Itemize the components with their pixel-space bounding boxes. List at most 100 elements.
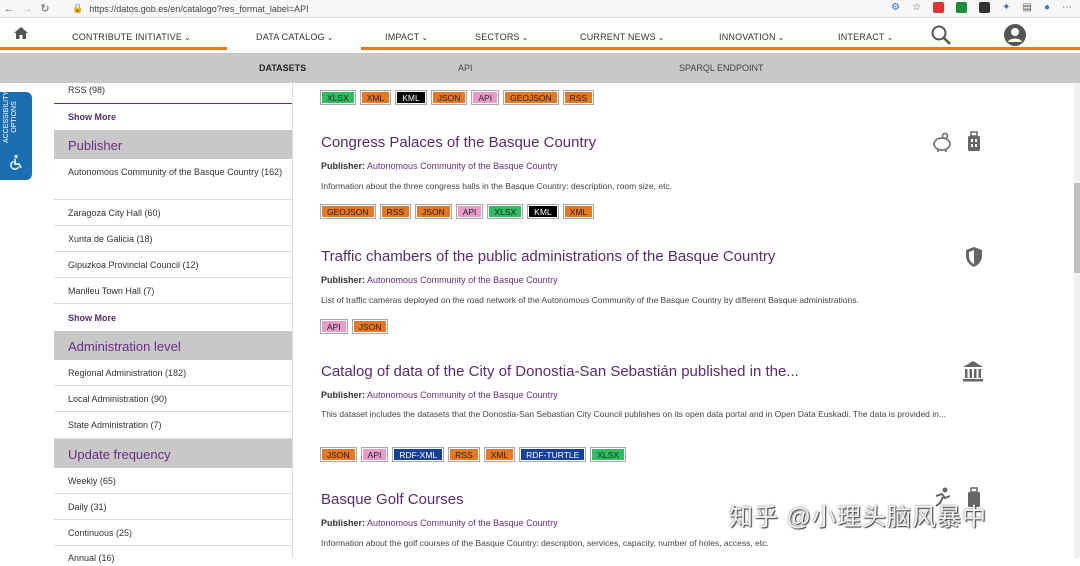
accessibility-options-tab[interactable]: ACCESSIBILITY OPTIONS <box>0 91 32 180</box>
publisher-label: Publisher: <box>321 518 366 528</box>
nav-item-sectors[interactable]: SECTORS ⌄ <box>475 32 529 42</box>
format-tag[interactable]: KML <box>527 204 559 219</box>
shield-icon <box>966 247 982 267</box>
format-tag[interactable]: KML <box>395 90 427 105</box>
filter-item-frequency[interactable]: Annual (16) <box>54 546 292 566</box>
dataset-publisher: Publisher: Autonomous Community of the B… <box>321 390 558 400</box>
filter-item-admin[interactable]: Local Administration (90) <box>54 386 292 412</box>
extension-red-icon[interactable] <box>933 2 945 13</box>
filter-item-publisher[interactable]: Zaragoza City Hall (60) <box>54 200 292 226</box>
filter-item-admin[interactable]: Regional Administration (182) <box>54 360 292 386</box>
search-icon[interactable] <box>930 24 952 46</box>
dataset-title[interactable]: Congress Palaces of the Basque Country <box>321 134 596 151</box>
filter-item-frequency[interactable]: Continuous (25) <box>54 520 292 546</box>
extension-green-icon[interactable] <box>956 2 968 13</box>
format-tag[interactable]: GEOJSON <box>320 204 376 219</box>
nav-label: DATA CATALOG <box>256 32 325 42</box>
format-tag[interactable]: JSON <box>430 90 468 105</box>
subnav-sparql-endpoint[interactable]: SPARQL ENDPOINT <box>679 63 764 73</box>
format-tag[interactable]: RDF-XML <box>392 447 445 462</box>
format-tag[interactable]: API <box>320 319 348 334</box>
url-text[interactable]: https://datos.gob.es/en/catalogo?res_for… <box>89 4 308 14</box>
back-icon[interactable]: ← <box>0 3 18 15</box>
nav-item-current-news[interactable]: CURRENT NEWS ⌄ <box>580 32 665 42</box>
nav-item-contribute[interactable]: CONTRIBUTE INITIATIVE ⌄ <box>72 32 191 42</box>
format-tags: GEOJSON RSS JSON API XLSX KML XML <box>320 204 595 219</box>
nav-item-innovation[interactable]: INNOVATION ⌄ <box>719 32 785 42</box>
divider <box>54 103 292 104</box>
page-scrollbar[interactable] <box>1074 83 1080 558</box>
translate-icon[interactable]: ⚙ <box>891 2 900 13</box>
lock-icon: 🔒 <box>72 3 84 13</box>
piggy-bank-icon <box>933 132 951 152</box>
format-tag[interactable]: JSON <box>351 319 389 334</box>
filter-item-publisher[interactable]: Autonomous Community of the Basque Count… <box>54 159 292 200</box>
scrollbar-thumb[interactable] <box>1074 183 1080 273</box>
filter-item-publisher[interactable]: Xunta de Galicia (18) <box>54 226 292 252</box>
publisher-link[interactable]: Autonomous Community of the Basque Count… <box>367 518 558 528</box>
user-account-icon[interactable] <box>1003 23 1027 47</box>
publisher-label: Publisher: <box>321 390 366 400</box>
format-tag[interactable]: XML <box>359 90 392 105</box>
format-tag[interactable]: JSON <box>320 447 357 462</box>
format-tag[interactable]: RSS <box>379 204 412 219</box>
dataset-title[interactable]: Catalog of data of the City of Donostia-… <box>321 363 799 380</box>
format-tag[interactable]: API <box>471 90 500 105</box>
format-tags: JSON API RDF-XML RSS XML RDF-TURTLE XLSX <box>320 447 627 462</box>
extension-dark-icon[interactable] <box>979 2 991 13</box>
format-tag[interactable]: RSS <box>562 90 595 105</box>
chevron-down-icon: ⌄ <box>886 33 894 42</box>
collections-icon[interactable]: ▤ <box>1023 2 1032 13</box>
publisher-link[interactable]: Autonomous Community of the Basque Count… <box>367 275 558 285</box>
profile-icon[interactable]: ● <box>1044 2 1050 13</box>
subnav-api[interactable]: API <box>458 63 473 73</box>
filter-item-frequency[interactable]: Weekly (65) <box>54 468 292 494</box>
format-tag[interactable]: XLSX <box>487 204 524 219</box>
more-icon[interactable]: ⋯ <box>1062 2 1072 13</box>
chevron-down-icon: ⌄ <box>184 33 191 42</box>
format-tags: XLSX XML KML JSON API GEOJSON RSS <box>320 90 595 105</box>
chevron-down-icon: ⌄ <box>421 33 429 42</box>
show-more-link[interactable]: Show More <box>68 313 116 323</box>
chevron-down-icon: ⌄ <box>521 33 529 42</box>
format-tag[interactable]: XLSX <box>590 447 627 462</box>
format-tag[interactable]: RSS <box>448 447 480 462</box>
filter-item-publisher[interactable]: Manlleu Town Hall (7) <box>54 278 292 304</box>
format-tag[interactable]: GEOJSON <box>503 90 559 105</box>
luggage-icon <box>968 131 980 151</box>
publisher-link[interactable]: Autonomous Community of the Basque Count… <box>367 390 558 400</box>
filter-item-admin[interactable]: State Administration (7) <box>54 412 292 439</box>
nav-item-interact[interactable]: INTERACT ⌄ <box>838 32 894 42</box>
nav-label: INNOVATION <box>719 32 776 42</box>
format-tag[interactable]: API <box>360 447 389 462</box>
format-tag[interactable]: XML <box>483 447 516 462</box>
extension-icons: ⚙ ☆ ✦ ▤ ● ⋯ <box>891 2 1072 13</box>
publisher-label: Publisher: <box>321 161 366 171</box>
nav-item-data-catalog[interactable]: DATA CATALOG ⌄ <box>256 32 334 42</box>
filter-item-rss[interactable]: RSS (98) <box>54 83 292 104</box>
forward-icon[interactable]: → <box>18 3 36 15</box>
filter-item-frequency[interactable]: Daily (31) <box>54 494 292 520</box>
format-tag[interactable]: XML <box>562 204 595 219</box>
star-icon[interactable]: ☆ <box>912 2 921 13</box>
format-tag[interactable]: JSON <box>415 204 452 219</box>
filter-sidebar: RSS (98) Show More Publisher Autonomous … <box>54 83 293 563</box>
nav-item-impact[interactable]: IMPACT ⌄ <box>385 32 428 42</box>
show-more-link[interactable]: Show More <box>68 112 116 122</box>
subnav-datasets[interactable]: DATASETS <box>259 63 306 73</box>
home-icon[interactable] <box>13 25 29 41</box>
dataset-description: Information about the three congress hal… <box>321 181 673 191</box>
address-bar[interactable]: 🔒 https://datos.gob.es/en/catalogo?res_f… <box>72 3 309 14</box>
reload-icon[interactable]: ↻ <box>36 2 54 15</box>
format-tag[interactable]: RDF-TURTLE <box>519 447 587 462</box>
dataset-description: This dataset includes the datasets that … <box>321 409 946 419</box>
format-tag[interactable]: XLSX <box>320 90 356 105</box>
extension-blue-icon[interactable]: ✦ <box>1002 2 1010 13</box>
filter-item-publisher[interactable]: Gipuzkoa Provincial Council (12) <box>54 252 292 278</box>
chevron-down-icon: ⌄ <box>777 33 785 42</box>
format-tag[interactable]: API <box>455 204 484 219</box>
dataset-title[interactable]: Traffic chambers of the public administr… <box>321 248 775 265</box>
dataset-title[interactable]: Basque Golf Courses <box>321 491 464 508</box>
publisher-link[interactable]: Autonomous Community of the Basque Count… <box>367 161 558 171</box>
dataset-description: List of traffic cameras deployed on the … <box>321 295 859 305</box>
